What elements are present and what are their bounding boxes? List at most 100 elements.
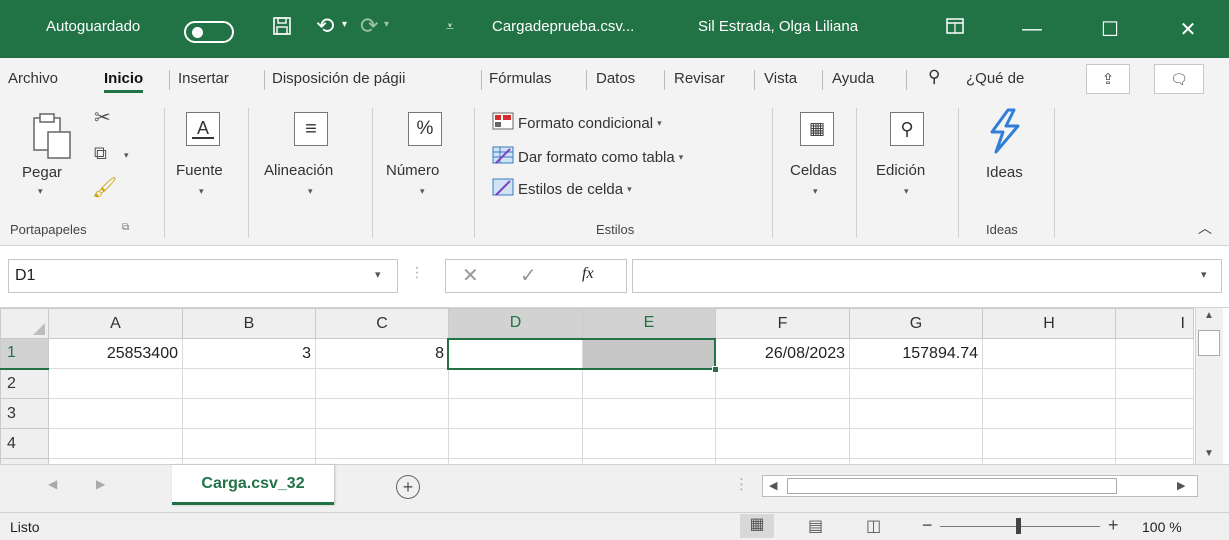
cell-b1[interactable]: 3 (182, 338, 316, 369)
row-header[interactable]: 4 (0, 428, 49, 459)
search-edit-icon[interactable]: ⚲ (890, 112, 924, 146)
dialog-launcher-icon[interactable]: ⧉ (122, 222, 129, 233)
ideas-button[interactable]: Ideas (986, 164, 1023, 181)
sheet-tab-carga[interactable]: Carga.csv_32 (172, 465, 334, 505)
name-box[interactable]: D1 ▾ (8, 259, 398, 293)
cells-button[interactable]: Celdas (790, 162, 837, 179)
vertical-scrollbar[interactable]: ▲ ▼ (1195, 308, 1223, 464)
undo-dropdown-icon[interactable]: ▾ (342, 19, 347, 30)
cell-f1[interactable]: 26/08/2023 (715, 338, 850, 369)
cell-styles-button[interactable]: Estilos de celda ▾ (492, 178, 632, 200)
cell[interactable] (582, 398, 716, 429)
close-button[interactable]: ✕ (1158, 0, 1218, 58)
normal-view-icon[interactable]: ▦ (740, 514, 774, 538)
prev-sheet-icon[interactable]: ◀ (48, 477, 57, 491)
cell-g1[interactable]: 157894.74 (849, 338, 983, 369)
ribbon-display-icon[interactable] (946, 18, 964, 39)
scroll-left-icon[interactable]: ◀ (769, 479, 777, 492)
cell[interactable] (849, 368, 983, 399)
redo-icon[interactable]: ⟳ (360, 13, 378, 39)
customize-qat-icon[interactable]: ⩡ (446, 18, 454, 35)
cell[interactable] (982, 428, 1116, 459)
expand-formula-icon[interactable]: ▾ (1201, 268, 1207, 281)
cell-i1[interactable] (1115, 338, 1194, 369)
cell-h1[interactable] (982, 338, 1116, 369)
cell[interactable] (315, 368, 449, 399)
column-header[interactable]: B (182, 308, 316, 339)
copy-dropdown-icon[interactable]: ▾ (124, 150, 129, 161)
h-scroll-thumb[interactable] (787, 478, 1117, 494)
cell[interactable] (48, 398, 183, 429)
cells-icon[interactable]: ▦ (800, 112, 834, 146)
column-header[interactable]: A (48, 308, 183, 339)
tab-datos[interactable]: Datos (596, 70, 635, 87)
editing-button[interactable]: Edición (876, 162, 925, 179)
column-header[interactable]: H (982, 308, 1116, 339)
cell[interactable] (182, 428, 316, 459)
format-as-table-button[interactable]: Dar formato como tabla ▾ (492, 146, 683, 168)
undo-icon[interactable]: ⟲ (316, 13, 334, 39)
search-icon[interactable]: ⚲ (928, 67, 940, 87)
enter-icon[interactable]: ✓ (520, 263, 537, 288)
add-sheet-icon[interactable]: + (396, 475, 420, 499)
cell[interactable] (982, 368, 1116, 399)
number-button[interactable]: Número (386, 162, 439, 179)
page-break-icon[interactable]: ◫ (866, 516, 881, 536)
cell[interactable] (448, 398, 583, 429)
scroll-right-icon[interactable]: ▶ (1177, 479, 1185, 492)
cell[interactable] (715, 398, 850, 429)
collapse-ribbon-icon[interactable]: ︿ (1198, 218, 1212, 238)
formula-input[interactable]: ▾ (632, 259, 1222, 293)
chevron-down-icon[interactable]: ▾ (375, 268, 381, 281)
column-header[interactable]: I (1115, 308, 1194, 339)
tab-ayuda[interactable]: Ayuda (832, 70, 874, 87)
cell[interactable] (849, 398, 983, 429)
cell[interactable] (315, 428, 449, 459)
cell[interactable] (715, 368, 850, 399)
column-header[interactable]: F (715, 308, 850, 339)
scroll-down-icon[interactable]: ▼ (1204, 448, 1214, 459)
cancel-icon[interactable]: ✕ (462, 263, 479, 288)
save-icon[interactable] (272, 16, 292, 41)
redo-dropdown-icon[interactable]: ▾ (384, 19, 389, 30)
worksheet-grid[interactable]: A B C D E F G H I 1 25853400 3 8 26/08/2… (0, 308, 1229, 464)
cell[interactable] (1115, 428, 1194, 459)
conditional-format-button[interactable]: Formato condicional ▾ (492, 112, 662, 134)
next-sheet-icon[interactable]: ▶ (96, 477, 105, 491)
autosave-toggle[interactable] (184, 21, 234, 43)
cell-c1[interactable]: 8 (315, 338, 449, 369)
cut-icon[interactable]: ✂ (94, 108, 111, 128)
cell[interactable] (1115, 368, 1194, 399)
minimize-button[interactable]: — (1002, 0, 1062, 58)
scroll-up-icon[interactable]: ▲ (1204, 310, 1214, 321)
column-header[interactable]: C (315, 308, 449, 339)
paste-dropdown-icon[interactable]: ▾ (38, 186, 43, 197)
row-header[interactable]: 3 (0, 398, 49, 429)
paste-icon[interactable] (20, 110, 76, 160)
cell[interactable] (448, 368, 583, 399)
tab-formulas[interactable]: Fórmulas (489, 70, 552, 87)
tab-inicio[interactable]: Inicio (104, 70, 144, 93)
scroll-thumb[interactable] (1198, 330, 1220, 356)
cell[interactable] (315, 398, 449, 429)
zoom-in-button[interactable]: + (1108, 515, 1119, 536)
tab-disposicion[interactable]: Disposición de págii (272, 70, 405, 87)
zoom-out-button[interactable]: − (922, 515, 933, 536)
column-header[interactable]: E (582, 308, 716, 340)
fill-handle[interactable] (712, 366, 719, 373)
zoom-slider-thumb[interactable] (1016, 518, 1021, 534)
copy-icon[interactable]: ⧉ (94, 144, 107, 162)
cell[interactable] (715, 428, 850, 459)
tab-archivo[interactable]: Archivo (8, 70, 58, 87)
select-all-corner[interactable] (0, 308, 49, 339)
horizontal-scrollbar[interactable]: ◀ ▶ (762, 475, 1198, 497)
ideas-lightning-icon[interactable] (984, 108, 1024, 154)
format-painter-icon[interactable]: 🖌 (92, 178, 117, 198)
cell[interactable] (448, 428, 583, 459)
cell-a1[interactable]: 25853400 (48, 338, 183, 369)
cell[interactable] (48, 428, 183, 459)
share-button[interactable]: ⇪ (1086, 64, 1130, 94)
cell[interactable] (582, 368, 716, 399)
cell[interactable] (849, 428, 983, 459)
cell[interactable] (48, 368, 183, 399)
